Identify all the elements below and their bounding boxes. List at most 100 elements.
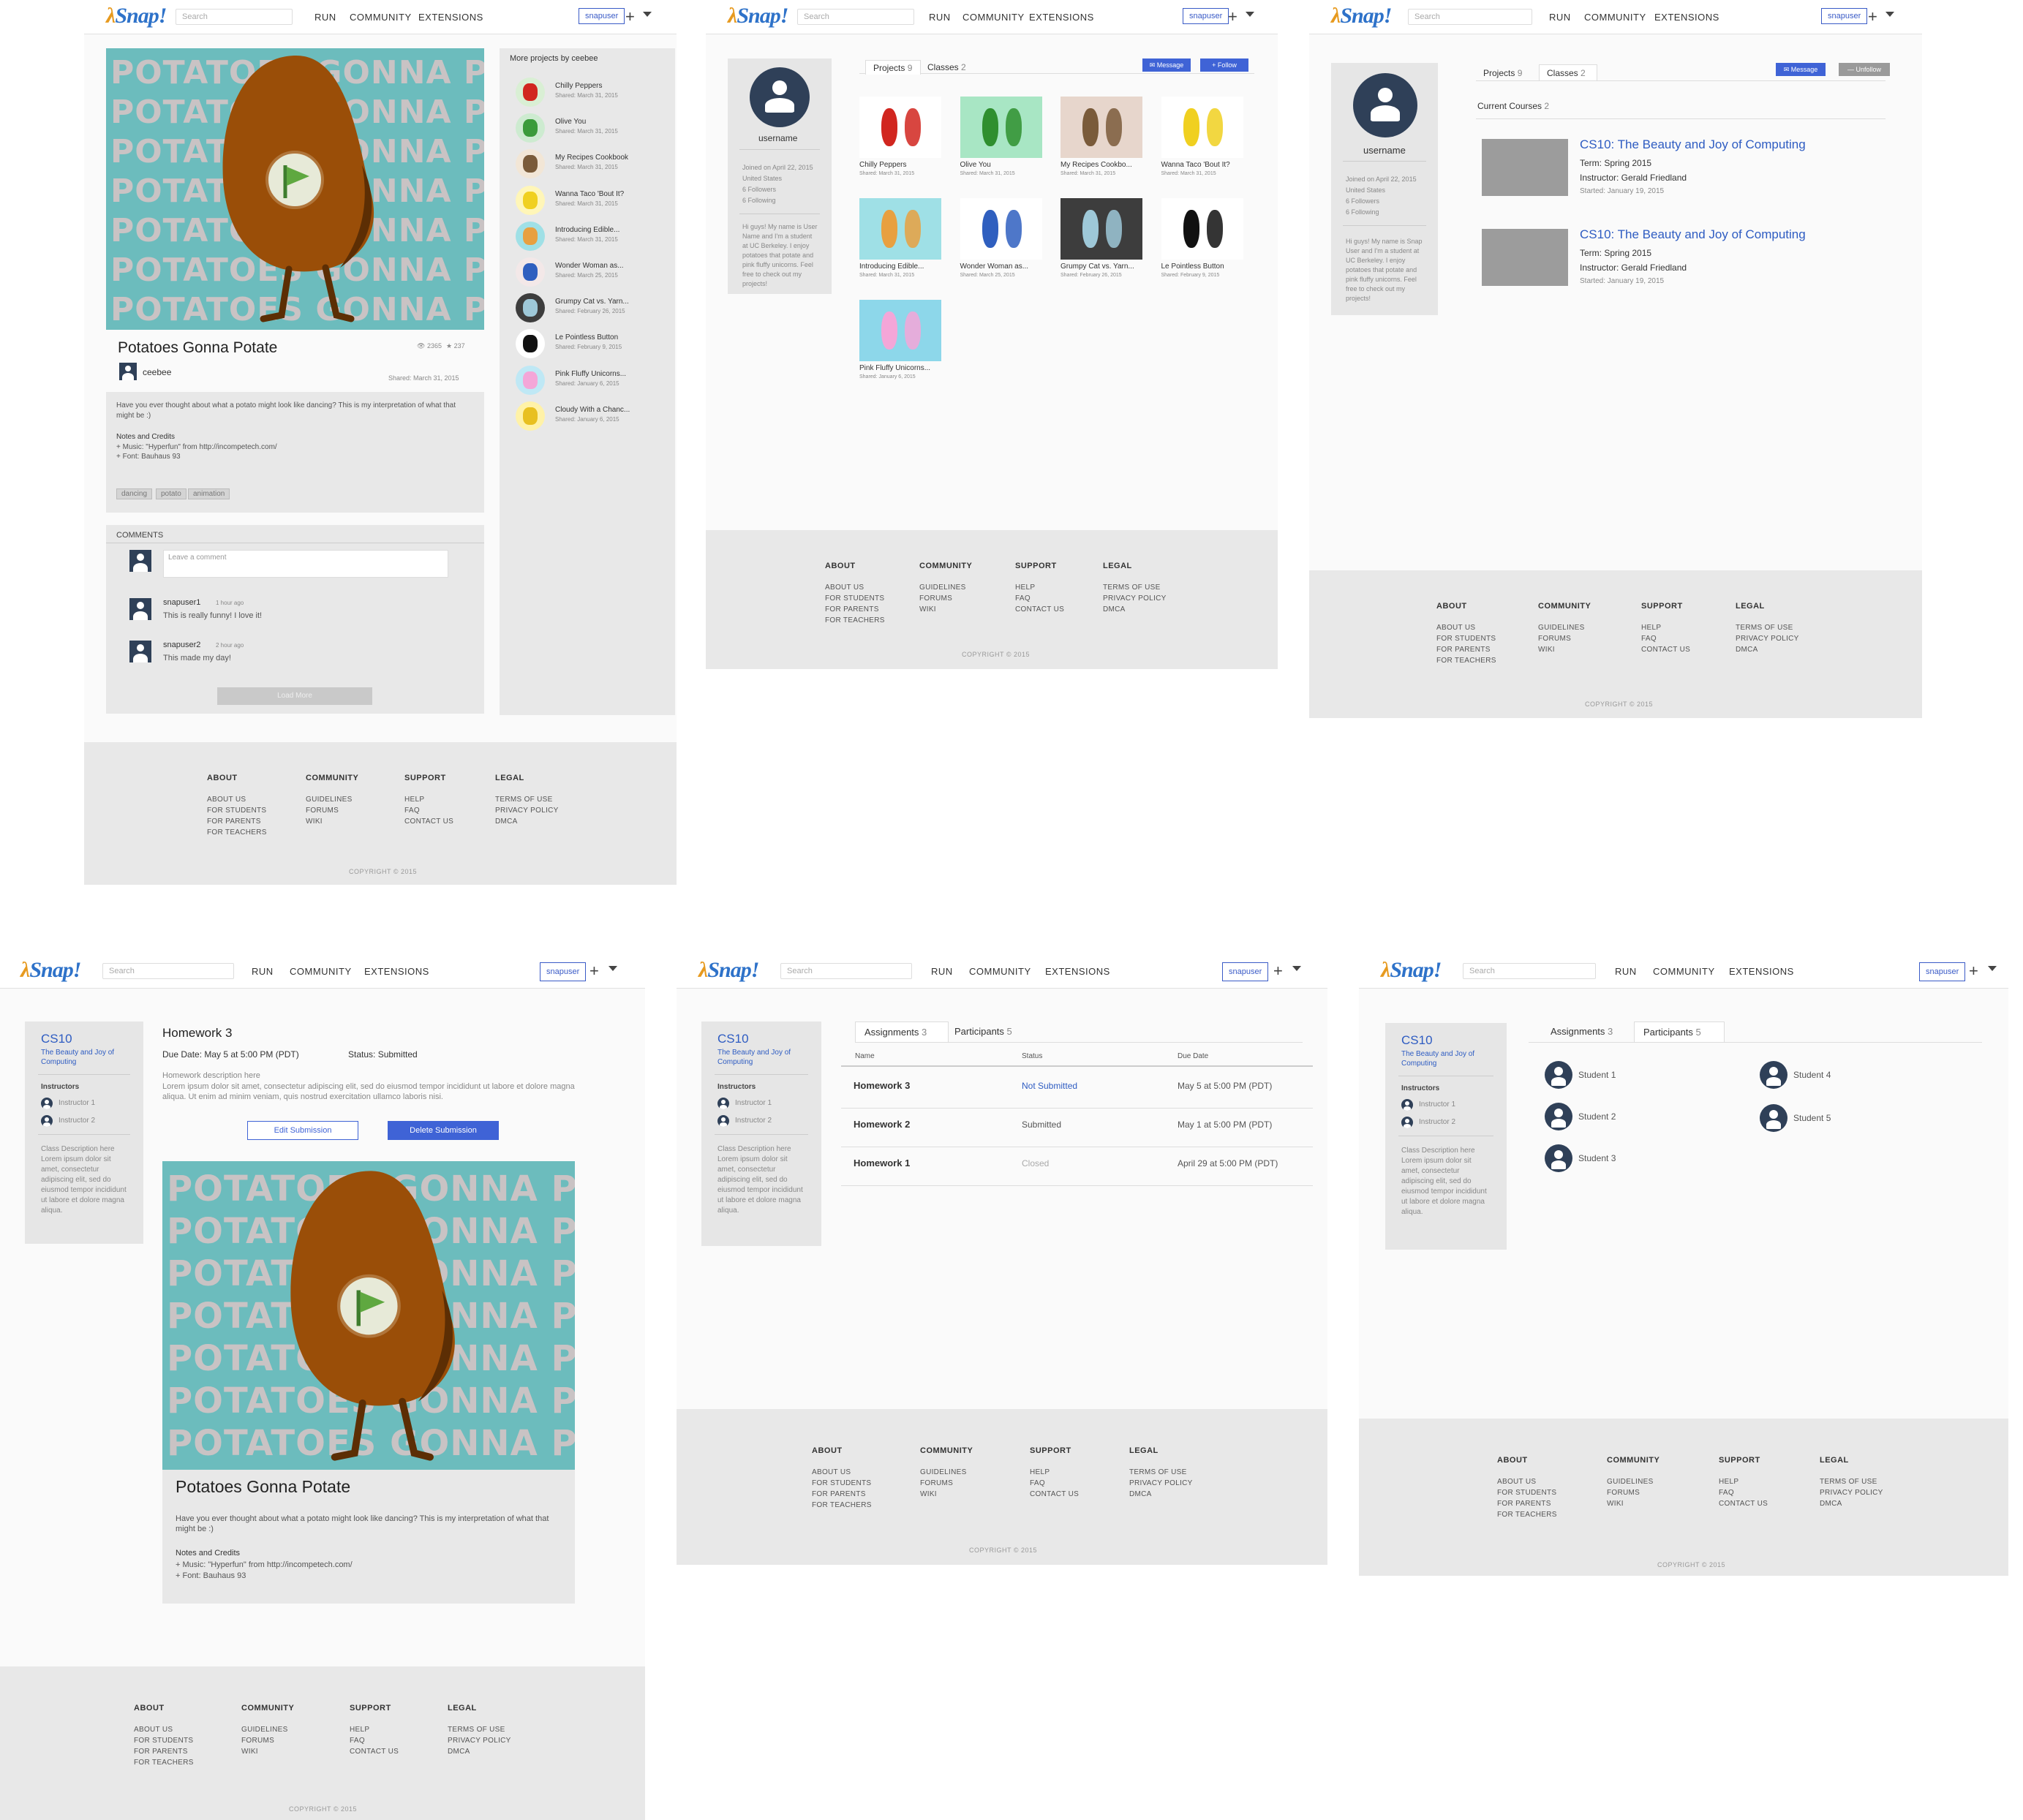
course-title-link[interactable]: CS10: The Beauty and Joy of Computing [1580,227,1806,242]
project-thumbnail[interactable] [960,97,1042,158]
assignment-name[interactable]: Homework 2 [854,1119,910,1130]
edit-submission-button[interactable]: Edit Submission [247,1121,358,1140]
student-name[interactable]: Student 5 [1793,1113,1831,1123]
project-thumbnail[interactable] [1061,97,1142,158]
project-title-link[interactable]: Grumpy Cat vs. Yarn... [555,298,629,306]
footer-link[interactable]: DMCA [1129,1489,1193,1500]
chevron-down-icon[interactable] [1246,12,1254,17]
load-more-button[interactable]: Load More [217,687,372,705]
course-thumbnail[interactable] [1482,229,1568,286]
user-button[interactable]: snapuser [1919,962,1966,981]
tab-projects[interactable]: Projects 9 [865,60,921,75]
instructor-name[interactable]: Instructor 2 [59,1117,95,1125]
nav-community[interactable]: COMMUNITY [1653,966,1715,977]
footer-link[interactable]: GUIDELINES [241,1724,294,1735]
comment-input[interactable]: Leave a comment [163,550,448,578]
nav-run[interactable]: RUN [929,12,951,23]
comment-avatar[interactable] [129,641,151,662]
course-code[interactable]: CS10 [717,1032,749,1046]
footer-link[interactable]: WIKI [1538,644,1591,655]
course-code[interactable]: CS10 [1401,1033,1433,1048]
footer-link[interactable]: WIKI [1607,1498,1660,1509]
footer-link[interactable]: DMCA [448,1746,511,1757]
footer-link[interactable]: FOR PARENTS [812,1489,872,1500]
project-thumbnail[interactable] [859,198,941,260]
footer-link[interactable]: CONTACT US [404,816,453,827]
footer-link[interactable]: DMCA [1103,604,1167,615]
project-thumbnail[interactable] [516,257,545,287]
search-input[interactable]: Search [1408,9,1532,25]
user-button[interactable]: snapuser [579,8,625,24]
footer-link[interactable]: ABOUT US [1497,1476,1557,1487]
footer-link[interactable]: HELP [1015,582,1064,593]
nav-community[interactable]: COMMUNITY [1584,12,1646,23]
footer-link[interactable]: PRIVACY POLICY [1736,633,1799,644]
footer-link[interactable]: TERMS OF USE [1103,582,1167,593]
nav-extensions[interactable]: EXTENSIONS [1029,12,1094,23]
tab-classes[interactable]: Classes 2 [1539,64,1597,80]
unfollow-button[interactable]: — Unfollow [1839,63,1890,76]
delete-submission-button[interactable]: Delete Submission [388,1121,499,1140]
nav-extensions[interactable]: EXTENSIONS [364,966,429,977]
footer-link[interactable]: CONTACT US [1719,1498,1768,1509]
tag[interactable]: potato [156,488,187,499]
assignment-status[interactable]: Not Submitted [1022,1081,1077,1091]
footer-link[interactable]: ABOUT US [134,1724,194,1735]
comment-user[interactable]: snapuser1 [163,598,200,607]
snap-logo[interactable]: λSnap! [728,4,788,29]
nav-community[interactable]: COMMUNITY [350,12,412,23]
footer-link[interactable]: TERMS OF USE [495,794,559,805]
project-thumbnail[interactable] [1161,97,1243,158]
project-thumbnail[interactable] [859,300,941,361]
project-title-link[interactable]: Wanna Taco 'Bout It? [555,190,624,198]
footer-link[interactable]: ABOUT US [207,794,267,805]
footer-link[interactable]: TERMS OF USE [1820,1476,1883,1487]
student-name[interactable]: Student 2 [1578,1111,1616,1122]
tab-participants[interactable]: Participants 5 [1634,1022,1725,1042]
user-button[interactable]: snapuser [1821,8,1868,24]
nav-run[interactable]: RUN [314,12,336,23]
tag[interactable]: dancing [116,488,153,499]
project-thumbnail[interactable]: POTATOES GONNA POTATE POTATOES GONNA POT… [162,1161,575,1470]
footer-link[interactable]: HELP [1719,1476,1768,1487]
footer-link[interactable]: DMCA [1820,1498,1883,1509]
tab-assignments[interactable]: Assignments 3 [855,1022,949,1042]
footer-link[interactable]: PRIVACY POLICY [1820,1487,1883,1498]
project-title-link[interactable]: Introducing Edible... [859,263,924,271]
footer-link[interactable]: FOR TEACHERS [1497,1509,1557,1520]
course-name[interactable]: The Beauty and Joy of Computing [1401,1049,1489,1068]
footer-link[interactable]: HELP [1030,1467,1079,1478]
project-title-link[interactable]: Introducing Edible... [555,226,619,234]
footer-link[interactable]: GUIDELINES [1538,622,1591,633]
footer-link[interactable]: FOR TEACHERS [1436,655,1496,666]
project-title-link[interactable]: Chilly Peppers [555,82,602,90]
follow-button[interactable]: + Follow [1200,58,1248,72]
project-thumbnail[interactable] [859,97,941,158]
instructor-name[interactable]: Instructor 1 [735,1099,772,1107]
footer-link[interactable]: WIKI [919,604,972,615]
project-thumbnail[interactable] [1161,198,1243,260]
footer-link[interactable]: FORUMS [241,1735,294,1746]
student-name[interactable]: Student 4 [1793,1070,1831,1080]
footer-link[interactable]: HELP [1641,622,1690,633]
footer-link[interactable]: ABOUT US [1436,622,1496,633]
user-button[interactable]: snapuser [1222,962,1269,981]
course-title-link[interactable]: CS10: The Beauty and Joy of Computing [1580,137,1806,152]
project-thumbnail[interactable] [516,329,545,359]
chevron-down-icon[interactable] [1292,966,1301,971]
footer-link[interactable]: FORUMS [1607,1487,1660,1498]
chevron-down-icon[interactable] [1886,12,1894,17]
project-title-link[interactable]: Le Pointless Button [1161,263,1224,271]
project-title-link[interactable]: Le Pointless Button [555,333,618,341]
nav-run[interactable]: RUN [252,966,274,977]
nav-community[interactable]: COMMUNITY [290,966,352,977]
nav-run[interactable]: RUN [931,966,953,977]
plus-icon[interactable]: + [1228,7,1237,26]
footer-link[interactable]: HELP [350,1724,399,1735]
footer-link[interactable]: GUIDELINES [920,1467,973,1478]
nav-run[interactable]: RUN [1549,12,1571,23]
star-count[interactable]: ★ 237 [446,342,465,350]
project-title-link[interactable]: Wonder Woman as... [555,262,624,270]
comment-avatar[interactable] [129,598,151,620]
footer-link[interactable]: CONTACT US [1641,644,1690,655]
